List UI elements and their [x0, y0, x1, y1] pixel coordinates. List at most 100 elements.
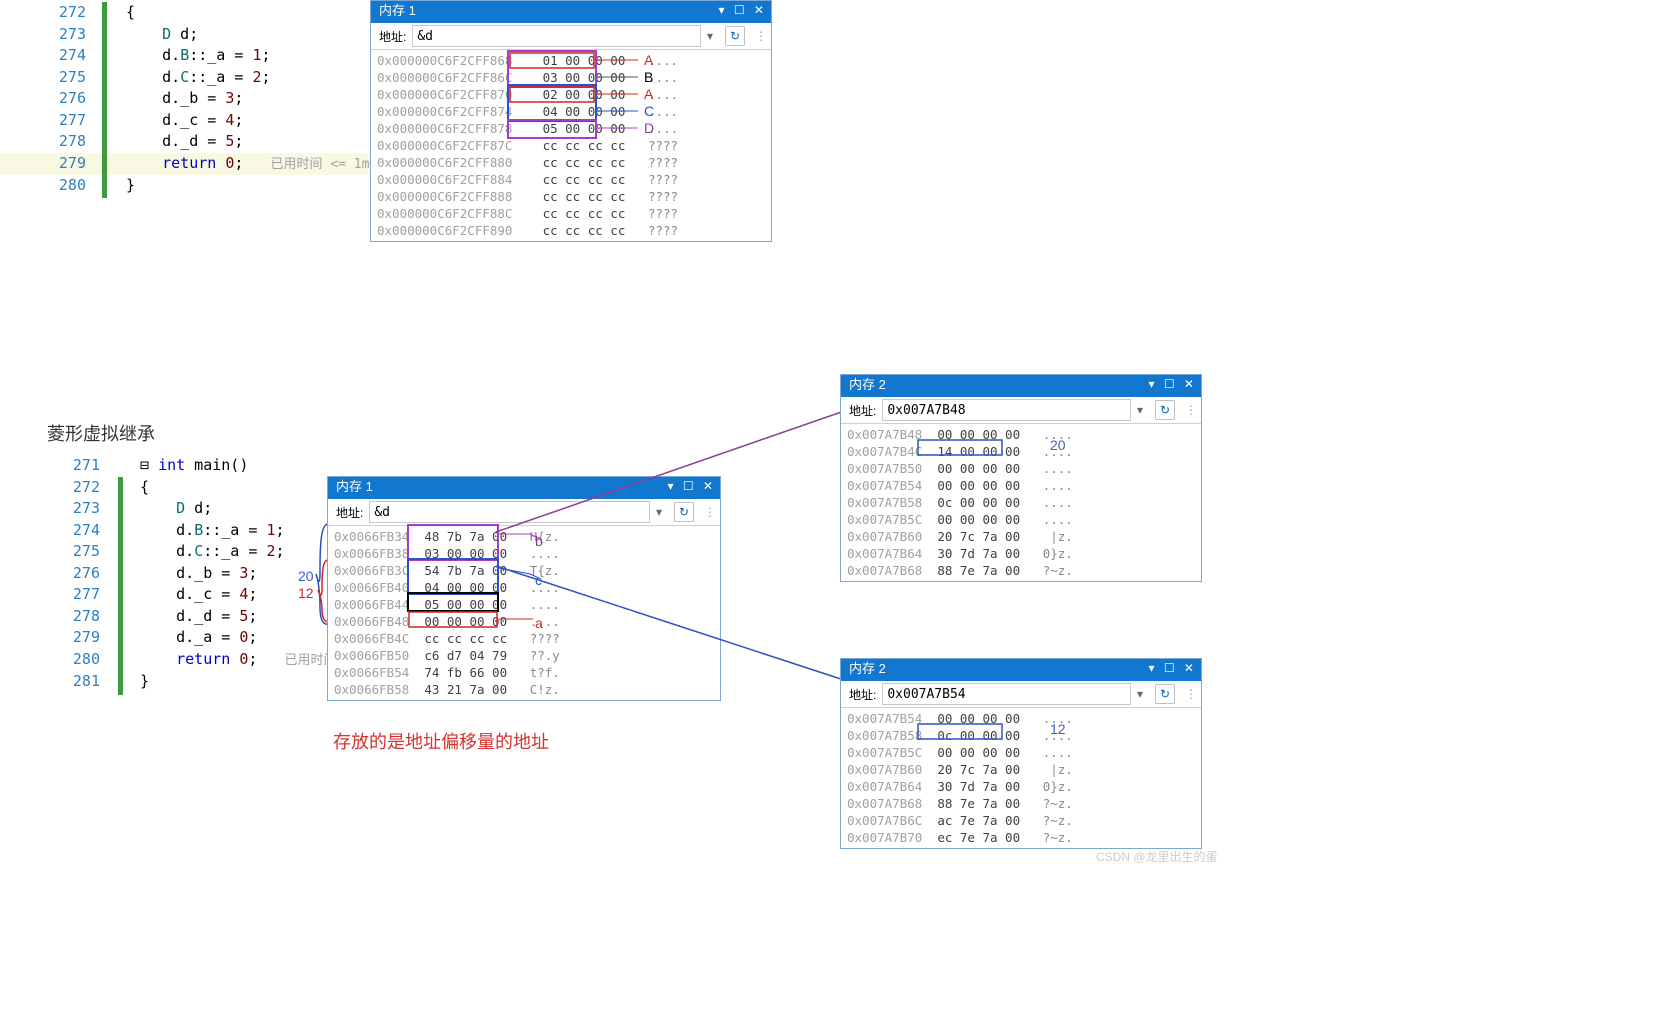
title-text: 内存 1	[379, 3, 416, 18]
code-block-2: 271⊟ int main()272{273 D d;274 d.B::_a =…	[0, 455, 340, 693]
memory-row: 0x0066FB3C 54 7b 7a 00 T{z.	[334, 562, 714, 579]
grip-icon: ⋮	[1185, 687, 1197, 701]
address-label: 地址:	[849, 686, 876, 703]
code-line: 272{	[0, 477, 340, 499]
memory-row: 0x007A7B60 20 7c 7a 00 |z.	[847, 761, 1195, 778]
grip-icon: ⋮	[1185, 403, 1197, 417]
code-line: 277 d._c = 4;	[0, 584, 340, 606]
memory-title: 内存 2 ▾ ☐ ✕	[841, 659, 1201, 681]
window-controls[interactable]: ▾ ☐ ✕	[718, 0, 767, 20]
address-dropdown-icon[interactable]: ▾	[707, 29, 719, 43]
memory-row: 0x0066FB38 03 00 00 00 ....	[334, 545, 714, 562]
code-line: 271⊟ int main()	[0, 455, 340, 477]
address-label: 地址:	[336, 504, 363, 521]
label-d: D	[644, 120, 654, 136]
memory-row: 0x000000C6F2CFF884 cc cc cc cc ????	[377, 171, 765, 188]
memory-row: 0x007A7B64 30 7d 7a 00 0}z.	[847, 545, 1195, 562]
code-block-1: 272{273 D d;274 d.B::_a = 1;275 d.C::_a …	[0, 2, 370, 197]
address-bar: 地址: ▾ ↻ ⋮	[841, 681, 1201, 708]
label-b: B	[644, 69, 653, 85]
line-number: 274	[0, 520, 110, 542]
line-number: 276	[0, 563, 110, 585]
address-dropdown-icon[interactable]: ▾	[1137, 403, 1149, 417]
label-12: 12	[1050, 721, 1066, 737]
memory-row: 0x007A7B58 0c 00 00 00 ....	[847, 727, 1195, 744]
line-number: 274	[0, 45, 96, 67]
code-line: 279 return 0; 已用时间 <= 1ms	[0, 153, 370, 176]
code-line: 277 d._c = 4;	[0, 110, 370, 132]
line-number: 273	[0, 498, 110, 520]
window-controls[interactable]: ▾ ☐ ✕	[667, 476, 716, 496]
address-input[interactable]	[882, 399, 1131, 421]
memory-row: 0x007A7B54 00 00 00 00 ....	[847, 477, 1195, 494]
memory-panel-2-top: 内存 2 ▾ ☐ ✕ 地址: ▾ ↻ ⋮ 0x007A7B48 00 00 00…	[840, 374, 1202, 582]
code-line: 275 d.C::_a = 2;	[0, 67, 370, 89]
label-20: 20	[1050, 437, 1066, 453]
line-number: 280	[0, 649, 110, 671]
code-line: 276 d._b = 3;	[0, 88, 370, 110]
watermark: CSDN @龙里出生的蛋	[1096, 848, 1218, 865]
memory-row: 0x007A7B60 20 7c 7a 00 |z.	[847, 528, 1195, 545]
refresh-icon[interactable]: ↻	[725, 26, 745, 46]
line-number: 277	[0, 584, 110, 606]
memory-row: 0x007A7B6C ac 7e 7a 00 ?~z.	[847, 812, 1195, 829]
memory-row: 0x000000C6F2CFF87C cc cc cc cc ????	[377, 137, 765, 154]
memory-row: 0x000000C6F2CFF88C cc cc cc cc ????	[377, 205, 765, 222]
memory-row: 0x0066FB34 48 7b 7a 00 H{z.	[334, 528, 714, 545]
memory-row: 0x0066FB50 c6 d7 04 79 ??.y	[334, 647, 714, 664]
memory-row: 0x007A7B58 0c 00 00 00 ....	[847, 494, 1195, 511]
code-line: 273 D d;	[0, 24, 370, 46]
memory-row: 0x000000C6F2CFF890 cc cc cc cc ????	[377, 222, 765, 239]
code-line: 278 d._d = 5;	[0, 606, 340, 628]
line-number: 279	[0, 153, 96, 175]
annot-20: 20	[298, 568, 314, 584]
label-a1: A	[644, 52, 653, 68]
line-number: 279	[0, 627, 110, 649]
memory-title: 内存 1 ▾ ☐ ✕	[371, 1, 771, 23]
address-label: 地址:	[849, 402, 876, 419]
code-line: 275 d.C::_a = 2;	[0, 541, 340, 563]
grip-icon: ⋮	[755, 29, 767, 43]
line-number: 275	[0, 67, 96, 89]
memory-row: 0x007A7B68 88 7e 7a 00 ?~z.	[847, 795, 1195, 812]
memory-row: 0x007A7B4C 14 00 00 00 ....	[847, 443, 1195, 460]
address-bar: 地址: ▾ ↻ ⋮	[328, 499, 720, 526]
memory-row: 0x007A7B5C 00 00 00 00 ....	[847, 744, 1195, 761]
memory-row: 0x0066FB54 74 fb 66 00 t?f.	[334, 664, 714, 681]
address-label: 地址:	[379, 28, 406, 45]
window-controls[interactable]: ▾ ☐ ✕	[1148, 658, 1197, 678]
address-bar: 地址: ▾ ↻ ⋮	[841, 397, 1201, 424]
refresh-icon[interactable]: ↻	[674, 502, 694, 522]
memory-panel-1-top: 内存 1 ▾ ☐ ✕ 地址: ▾ ↻ ⋮ 0x000000C6F2CFF868 …	[370, 0, 772, 242]
line-number: 275	[0, 541, 110, 563]
memory-title: 内存 2 ▾ ☐ ✕	[841, 375, 1201, 397]
memory-row: 0x007A7B70 ec 7e 7a 00 ?~z.	[847, 829, 1195, 846]
address-input[interactable]	[369, 501, 650, 523]
memory-row: 0x007A7B5C 00 00 00 00 ....	[847, 511, 1195, 528]
label-c2: c	[535, 572, 542, 588]
line-number: 277	[0, 110, 96, 132]
line-number: 271	[0, 455, 110, 477]
grip-icon: ⋮	[704, 505, 716, 519]
memory-row: 0x007A7B64 30 7d 7a 00 0}z.	[847, 778, 1195, 795]
line-number: 276	[0, 88, 96, 110]
label-a2: A	[644, 86, 653, 102]
line-number: 272	[0, 2, 96, 24]
memory-title: 内存 1 ▾ ☐ ✕	[328, 477, 720, 499]
memory-row: 0x007A7B54 00 00 00 00 ....	[847, 710, 1195, 727]
address-dropdown-icon[interactable]: ▾	[1137, 687, 1149, 701]
section-heading: 菱形虚拟继承	[47, 420, 155, 446]
change-bar-2	[118, 477, 123, 695]
line-number: 278	[0, 606, 110, 628]
code-line: 274 d.B::_a = 1;	[0, 45, 370, 67]
address-input[interactable]	[882, 683, 1131, 705]
title-text: 内存 2	[849, 377, 886, 392]
address-input[interactable]	[412, 25, 701, 47]
window-controls[interactable]: ▾ ☐ ✕	[1148, 374, 1197, 394]
footer-text: 存放的是地址偏移量的地址	[333, 728, 549, 754]
code-line: 274 d.B::_a = 1;	[0, 520, 340, 542]
code-line: 280}	[0, 175, 370, 197]
refresh-icon[interactable]: ↻	[1155, 400, 1175, 420]
refresh-icon[interactable]: ↻	[1155, 684, 1175, 704]
address-dropdown-icon[interactable]: ▾	[656, 505, 668, 519]
